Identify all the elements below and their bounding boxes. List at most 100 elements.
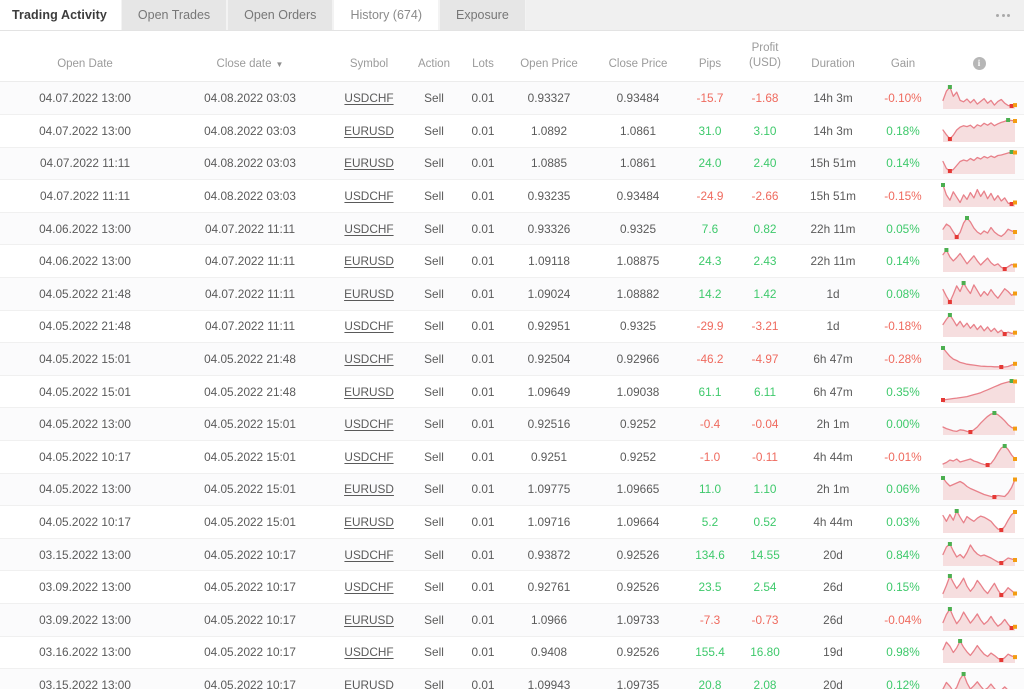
- table-row[interactable]: 03.15.2022 13:00 04.05.2022 10:17 USDCHF Se…: [0, 538, 1024, 572]
- cell-close-date: 04.05.2022 21:48: [170, 375, 330, 409]
- symbol-link[interactable]: EURUSD: [344, 385, 394, 399]
- action-value: Sell: [424, 417, 444, 432]
- table-row[interactable]: 04.05.2022 21:48 04.07.2022 11:11 EURUSD Se…: [0, 277, 1024, 311]
- column-header-duration[interactable]: Duration: [794, 31, 872, 83]
- lots-value: 0.01: [471, 319, 495, 334]
- symbol-link[interactable]: USDCHF: [344, 319, 393, 333]
- tab-exposure[interactable]: Exposure: [438, 0, 526, 30]
- table-row[interactable]: 04.05.2022 13:00 04.05.2022 15:01 USDCHF Se…: [0, 407, 1024, 441]
- table-row[interactable]: 03.09.2022 13:00 04.05.2022 10:17 USDCHF Se…: [0, 570, 1024, 604]
- cell-duration: 4h 44m: [794, 505, 872, 539]
- symbol-link[interactable]: EURUSD: [344, 287, 394, 301]
- symbol-link[interactable]: USDCHF: [344, 189, 393, 203]
- cell-open-date: 04.07.2022 13:00: [0, 81, 170, 116]
- close-date-value: 04.05.2022 10:17: [204, 580, 296, 595]
- table-row[interactable]: 03.09.2022 13:00 04.05.2022 10:17 EURUSD Se…: [0, 603, 1024, 637]
- action-value: Sell: [424, 547, 444, 562]
- column-header-profit[interactable]: Profit (USD): [736, 31, 794, 83]
- table-row[interactable]: 04.05.2022 21:48 04.07.2022 11:11 USDCHF Se…: [0, 310, 1024, 344]
- symbol-link[interactable]: USDCHF: [344, 352, 393, 366]
- cell-close-price: 0.9252: [592, 407, 684, 441]
- table-row[interactable]: 04.05.2022 10:17 04.05.2022 15:01 EURUSD Se…: [0, 505, 1024, 539]
- symbol-link[interactable]: USDCHF: [344, 91, 393, 105]
- cell-open-date: 04.05.2022 21:48: [0, 310, 170, 344]
- cell-lots: 0.01: [460, 81, 506, 116]
- action-value: Sell: [424, 384, 444, 399]
- table-row[interactable]: 04.07.2022 13:00 04.08.2022 03:03 EURUSD Se…: [0, 114, 1024, 148]
- cell-symbol: USDCHF: [330, 440, 408, 474]
- symbol-link[interactable]: USDCHF: [344, 580, 393, 594]
- symbol-link[interactable]: EURUSD: [344, 254, 394, 268]
- info-icon[interactable]: i: [972, 57, 986, 71]
- symbol-link[interactable]: EURUSD: [344, 156, 394, 170]
- open-price-value: 1.0885: [530, 156, 568, 171]
- column-header-chart[interactable]: i: [934, 31, 1024, 83]
- tab-open-orders[interactable]: Open Orders: [227, 0, 334, 30]
- cell-duration: 20d: [794, 668, 872, 689]
- table-row[interactable]: 04.06.2022 13:00 04.07.2022 11:11 USDCHF Se…: [0, 212, 1024, 246]
- table-row[interactable]: 04.07.2022 13:00 04.08.2022 03:03 USDCHF Se…: [0, 81, 1024, 116]
- symbol-link[interactable]: EURUSD: [344, 515, 394, 529]
- table-row[interactable]: 03.16.2022 13:00 04.05.2022 10:17 USDCHF Se…: [0, 636, 1024, 670]
- cell-open-date: 04.05.2022 15:01: [0, 342, 170, 376]
- table-row[interactable]: 04.05.2022 10:17 04.05.2022 15:01 USDCHF Se…: [0, 440, 1024, 474]
- column-header-label: Open Date: [57, 58, 113, 71]
- sparkline-low-marker: [968, 430, 973, 435]
- duration-value: 6h 47m: [813, 384, 853, 399]
- sparkline-low-marker: [999, 527, 1004, 532]
- symbol-link[interactable]: USDCHF: [344, 645, 393, 659]
- cell-open-price: 0.92761: [506, 570, 592, 604]
- open-price-value: 0.93872: [527, 547, 571, 562]
- column-header-open-date[interactable]: Open Date: [0, 31, 170, 83]
- column-header-gain[interactable]: Gain: [872, 31, 934, 83]
- symbol-link[interactable]: EURUSD: [344, 482, 394, 496]
- tab-open-trades[interactable]: Open Trades: [120, 0, 228, 30]
- sort-descending-icon[interactable]: ▼: [276, 60, 284, 69]
- symbol-link[interactable]: USDCHF: [344, 548, 393, 562]
- kebab-menu-icon[interactable]: [996, 0, 1024, 30]
- table-row[interactable]: 04.05.2022 15:01 04.05.2022 21:48 USDCHF Se…: [0, 342, 1024, 376]
- gain-value: -0.18%: [884, 319, 922, 334]
- cell-close-price: 0.92526: [592, 570, 684, 604]
- column-header-open-price[interactable]: Open Price: [506, 31, 592, 83]
- table-row[interactable]: 04.06.2022 13:00 04.07.2022 11:11 EURUSD Se…: [0, 244, 1024, 278]
- cell-action: Sell: [408, 570, 460, 604]
- cell-open-date: 03.09.2022 13:00: [0, 570, 170, 604]
- table-row[interactable]: 04.05.2022 13:00 04.05.2022 15:01 EURUSD Se…: [0, 473, 1024, 507]
- symbol-link[interactable]: USDCHF: [344, 450, 393, 464]
- column-header-lots[interactable]: Lots: [460, 31, 506, 83]
- table-row[interactable]: 04.07.2022 11:11 04.08.2022 03:03 USDCHF Se…: [0, 179, 1024, 213]
- history-table-container[interactable]: Open Date Close date ▼ Symbol Action Lots Open…: [0, 31, 1024, 689]
- cell-close-price: 0.9325: [592, 310, 684, 344]
- symbol-link[interactable]: USDCHF: [344, 222, 393, 236]
- gain-value: 0.98%: [886, 645, 920, 660]
- cell-open-date: 04.05.2022 13:00: [0, 407, 170, 441]
- column-header-close-date[interactable]: Close date ▼: [170, 31, 330, 83]
- close-date-value: 04.08.2022 03:03: [204, 123, 296, 138]
- table-row[interactable]: 03.15.2022 13:00 04.05.2022 10:17 EURUSD Se…: [0, 668, 1024, 689]
- close-date-value: 04.05.2022 15:01: [204, 482, 296, 497]
- pips-value: 23.5: [698, 580, 722, 595]
- cell-sparkline: [934, 342, 1024, 376]
- column-header-close-price[interactable]: Close Price: [592, 31, 684, 83]
- cell-gain: -0.18%: [872, 310, 934, 344]
- column-header-symbol[interactable]: Symbol: [330, 31, 408, 83]
- gain-value: -0.04%: [884, 612, 922, 627]
- cell-open-price: 0.9408: [506, 636, 592, 670]
- sparkline-chart: [942, 85, 1017, 110]
- sparkline-end-marker: [1013, 557, 1017, 562]
- table-row[interactable]: 04.07.2022 11:11 04.08.2022 03:03 EURUSD Se…: [0, 147, 1024, 181]
- symbol-link[interactable]: EURUSD: [344, 613, 394, 627]
- sparkline-end-marker: [1013, 379, 1017, 384]
- sparkline-chart: [941, 476, 1017, 501]
- symbol-link[interactable]: EURUSD: [344, 678, 394, 689]
- sparkline-high-marker: [961, 280, 966, 285]
- cell-duration: 22h 11m: [794, 212, 872, 246]
- symbol-link[interactable]: USDCHF: [344, 417, 393, 431]
- symbol-link[interactable]: EURUSD: [344, 124, 394, 138]
- column-header-action[interactable]: Action: [408, 31, 460, 83]
- tab-history-674[interactable]: History (674): [333, 0, 439, 30]
- table-row[interactable]: 04.05.2022 15:01 04.05.2022 21:48 EURUSD Se…: [0, 375, 1024, 409]
- cell-duration: 26d: [794, 570, 872, 604]
- column-header-pips[interactable]: Pips: [684, 31, 736, 83]
